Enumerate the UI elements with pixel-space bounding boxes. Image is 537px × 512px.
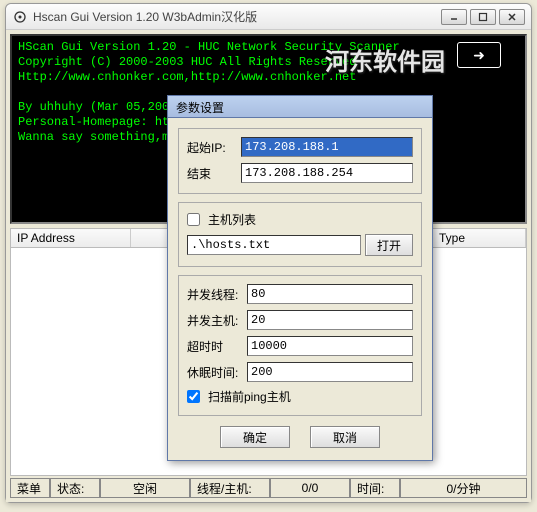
hostlist-group: 主机列表 打开 [178, 202, 422, 267]
watermark-arrow-icon: ➜ [457, 42, 501, 68]
maximize-button[interactable] [470, 9, 496, 25]
open-button[interactable]: 打开 [365, 234, 413, 256]
status-threads-value: 0/0 [270, 478, 350, 498]
cancel-button[interactable]: 取消 [310, 426, 380, 448]
threads-input[interactable] [247, 284, 413, 304]
status-menu[interactable]: 菜单 [10, 478, 50, 498]
hosts-label: 并发主机: [187, 312, 243, 329]
threads-label: 并发线程: [187, 286, 243, 303]
term-line: Copyright (C) 2000-2003 HUC All Rights R… [14, 55, 523, 70]
status-state-value: 空闲 [100, 478, 190, 498]
status-rate-value: 0/分钟 [400, 478, 527, 498]
scan-params-group: 并发线程: 并发主机: 超时时 休眠时间: 扫描前ping主机 [178, 275, 422, 416]
status-bar: 菜单 状态: 空闲 线程/主机: 0/0 时间: 0/分钟 [10, 478, 527, 498]
column-ip-address[interactable]: IP Address [11, 229, 131, 247]
hostlist-path-input[interactable] [187, 235, 361, 255]
status-threads-label: 线程/主机: [190, 478, 270, 498]
settings-dialog: 参数设置 起始IP: 结束 主机列表 打开 并发线程: [167, 95, 433, 461]
ok-button[interactable]: 确定 [220, 426, 290, 448]
hosts-input[interactable] [247, 310, 413, 330]
term-line: Http://www.cnhonker.com,http://www.cnhon… [14, 70, 523, 85]
timeout-input[interactable] [247, 336, 413, 356]
hostlist-checkbox[interactable] [187, 213, 200, 226]
term-line: HScan Gui Version 1.20 - HUC Network Sec… [14, 40, 523, 55]
sleep-input[interactable] [247, 362, 413, 382]
end-ip-input[interactable] [241, 163, 413, 183]
window-title: Hscan Gui Version 1.20 W3bAdmin汉化版 [33, 8, 441, 25]
titlebar: Hscan Gui Version 1.20 W3bAdmin汉化版 [6, 4, 531, 30]
dialog-title: 参数设置 [168, 96, 432, 118]
watermark-text: 河东软件园 [325, 42, 445, 77]
ping-label: 扫描前ping主机 [208, 388, 291, 405]
app-icon [12, 9, 28, 25]
start-ip-label: 起始IP: [187, 139, 237, 156]
status-state-label: 状态: [50, 478, 100, 498]
timeout-label: 超时时 [187, 338, 243, 355]
ip-range-group: 起始IP: 结束 [178, 128, 422, 194]
close-button[interactable] [499, 9, 525, 25]
start-ip-input[interactable] [241, 137, 413, 157]
ping-checkbox[interactable] [187, 390, 200, 403]
minimize-button[interactable] [441, 9, 467, 25]
hostlist-label: 主机列表 [208, 211, 256, 228]
sleep-label: 休眠时间: [187, 364, 243, 381]
end-ip-label: 结束 [187, 165, 237, 182]
window-controls [441, 9, 525, 25]
status-time-label: 时间: [350, 478, 400, 498]
